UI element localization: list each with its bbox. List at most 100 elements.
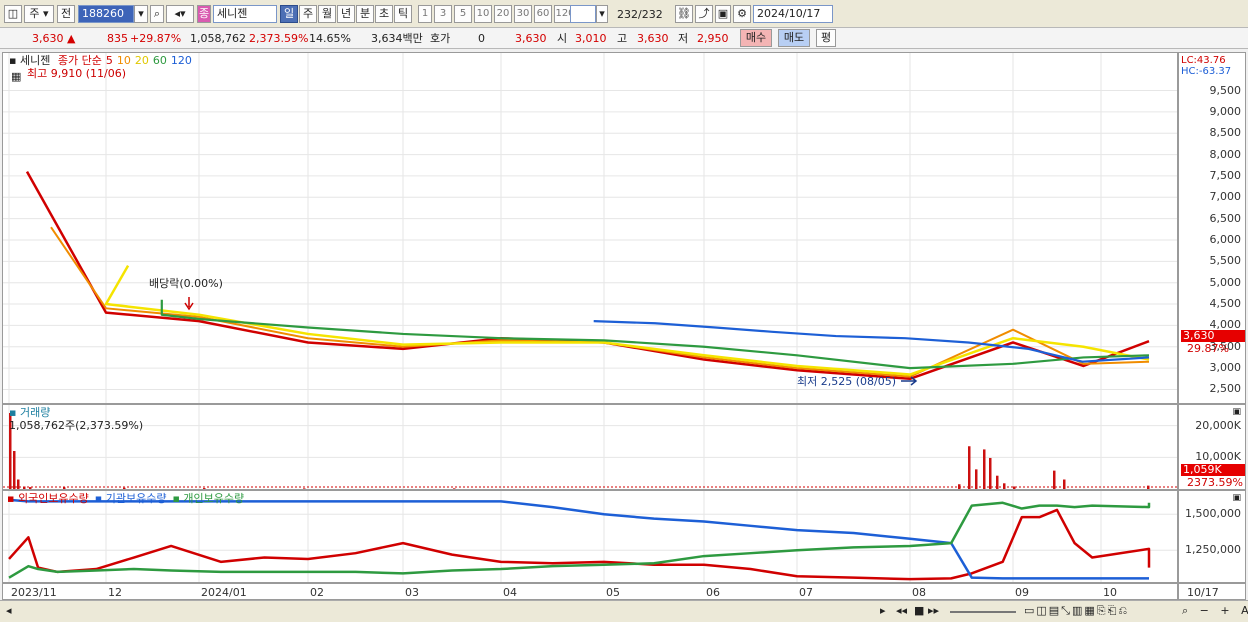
bottom-controls: ◂ ▸ ◂◂ ■ ▸▸ ▭◫▤⤡▥▦⎘⎗⎌ ⌕ − + A — [0, 600, 1248, 622]
interval-20[interactable]: 20 — [494, 5, 512, 23]
volume-bar — [1053, 470, 1056, 489]
interval-30[interactable]: 30 — [514, 5, 532, 23]
price-y-tick: 6,000 — [1209, 232, 1242, 246]
holdings-chart-panel[interactable]: ▪ 외국인보유수량 ▪ 기관보유수량 ▪ 개인보유수량 — [2, 490, 1178, 583]
forward-icon[interactable]: ▸▸ — [928, 604, 939, 617]
buy-button[interactable]: 매수 — [740, 29, 772, 47]
prev-button[interactable]: 전 — [57, 5, 75, 23]
period-일[interactable]: 일 — [280, 5, 298, 23]
x-tick-label: 05 — [606, 586, 620, 599]
price-y-tick: 8,000 — [1209, 147, 1242, 161]
interval-10[interactable]: 10 — [474, 5, 492, 23]
code-input[interactable]: 188260 — [78, 5, 134, 23]
calendar-icon[interactable]: ▦ — [11, 70, 21, 83]
period-주[interactable]: 주 — [299, 5, 317, 23]
price-y-tick: 9,500 — [1209, 83, 1242, 97]
gear-icon[interactable]: ⚙ — [733, 5, 751, 23]
volume-bar — [1003, 483, 1006, 489]
price-legend-item: 종가 단순 — [57, 54, 102, 67]
low-price: 2,950 — [697, 32, 729, 45]
volume-bar — [17, 479, 20, 489]
chart-tool-icon[interactable]: ⤴ — [695, 5, 713, 23]
market-select[interactable]: 주 ▾ — [24, 5, 54, 23]
x-last-label: 10/17 — [1187, 586, 1219, 599]
count-dropdown-icon[interactable]: ▾ — [596, 5, 608, 23]
drawing-tools-icon[interactable]: ▭◫▤⤡▥▦⎘⎗⎌ — [1024, 604, 1129, 617]
volume-bar — [303, 488, 306, 489]
volume-bar — [1147, 485, 1150, 489]
price-legend: ▪ 세니젠 종가 단순 5 10 20 60 120 — [9, 54, 192, 67]
price-chart-panel[interactable]: ▪ 세니젠 종가 단순 5 10 20 60 120 최고 9,910 (11/06) ▦… — [2, 52, 1178, 404]
volume-chart-panel[interactable]: ▪ 거래량 1,058,762주(2,373.59%) — [2, 404, 1178, 490]
volume-bar — [983, 449, 986, 489]
price-y-tick: 8,500 — [1209, 126, 1242, 140]
link-icon[interactable]: ⛓ — [675, 5, 693, 23]
period-틱[interactable]: 틱 — [394, 5, 412, 23]
holdings-y-axis: ▣ 1,250,000 1,500,000 — [1178, 490, 1246, 583]
volume-close-icon[interactable]: ▣ — [1232, 406, 1241, 419]
volume-title: 거래량 — [19, 406, 51, 419]
volume-bar — [989, 457, 992, 489]
holdings-close-icon[interactable]: ▣ — [1232, 492, 1241, 505]
volume-bar — [13, 451, 16, 489]
current-price: 3,630 ▲ — [32, 31, 75, 46]
period-초[interactable]: 초 — [375, 5, 393, 23]
period-년[interactable]: 년 — [337, 5, 355, 23]
speaker-icon[interactable]: ◂▾ — [166, 5, 194, 23]
save-icon[interactable]: ▣ — [715, 5, 731, 23]
interval-5[interactable]: 5 — [454, 5, 472, 23]
x-tick-label: 04 — [503, 586, 517, 599]
play-icon[interactable]: ▸ — [880, 604, 886, 617]
zoom-controls-icon[interactable]: ⌕ − + A — [1182, 604, 1248, 617]
code-dropdown-icon[interactable]: ▾ — [134, 5, 148, 23]
turnover: 14.65% — [309, 32, 351, 45]
sell-button[interactable]: 매도 — [778, 29, 810, 47]
price-y-tick: 5,500 — [1209, 254, 1242, 268]
price-legend-item: 5 — [105, 54, 113, 67]
volume-bar — [996, 475, 999, 489]
holdings-line-0 — [8, 508, 1151, 581]
volume-bar — [203, 488, 206, 489]
avg-button[interactable]: 평 — [816, 29, 836, 47]
x-tick-label: 2024/01 — [201, 586, 247, 599]
holdings-y-tick: 1,250,000 — [1185, 543, 1241, 557]
rewind-icon[interactable]: ◂◂ — [896, 604, 907, 617]
price-y-tick: 5,000 — [1209, 275, 1242, 289]
x-tick-label: 08 — [912, 586, 926, 599]
price-y-tick: 2,500 — [1209, 382, 1242, 396]
interval-1[interactable]: 1 — [418, 5, 432, 23]
price-legend-item: 60 — [152, 54, 167, 67]
dividend-arrow-icon — [184, 297, 194, 311]
interval-60[interactable]: 60 — [534, 5, 552, 23]
volume-bar — [29, 487, 32, 489]
market-label: 주 — [29, 7, 40, 20]
price-chart-svg — [3, 53, 1177, 403]
search-icon[interactable]: ⌕ — [150, 5, 164, 23]
zoom-slider[interactable] — [950, 611, 1016, 613]
volume-pct: 2,373.59% — [249, 32, 309, 45]
scroll-left-icon[interactable]: ◂ — [6, 604, 12, 617]
window-icon[interactable]: ◫ — [4, 5, 22, 23]
price-y-axis: LC:43.76 HC:-63.37 2,500 3,000 3,500 4,000 4… — [1178, 52, 1246, 404]
volume-y-tick: 10,000K — [1195, 450, 1241, 464]
volume-chart-svg — [3, 405, 1177, 489]
hoga-value: 0 — [478, 32, 485, 45]
volume-bar — [63, 487, 66, 489]
x-tick-label: 2023/11 — [11, 586, 57, 599]
holdings-legend-item: ▪ 개인보유수량 — [172, 492, 245, 505]
period-월[interactable]: 월 — [318, 5, 336, 23]
x-tick-label: 02 — [310, 586, 324, 599]
quote-bar: 3,630 ▲ 835 +29.87% 1,058,762 2,373.59% … — [0, 28, 1248, 49]
name-badge: 종 — [197, 5, 211, 23]
period-분[interactable]: 분 — [356, 5, 374, 23]
stop-icon[interactable]: ■ — [914, 604, 924, 617]
pct-tag: 29.87% — [1187, 342, 1229, 355]
stock-name-field[interactable]: 세니젠 — [213, 5, 277, 23]
volume-bar — [1063, 479, 1066, 489]
interval-3[interactable]: 3 — [434, 5, 452, 23]
volume-last-note: 1,058,762주(2,373.59%) — [9, 419, 144, 432]
price-legend-item: 120 — [170, 54, 192, 67]
date-field[interactable]: 2024/10/17 — [753, 5, 833, 23]
dividend-note: 배당락(0.00%) — [149, 277, 223, 290]
count-blank-field[interactable] — [570, 5, 596, 23]
